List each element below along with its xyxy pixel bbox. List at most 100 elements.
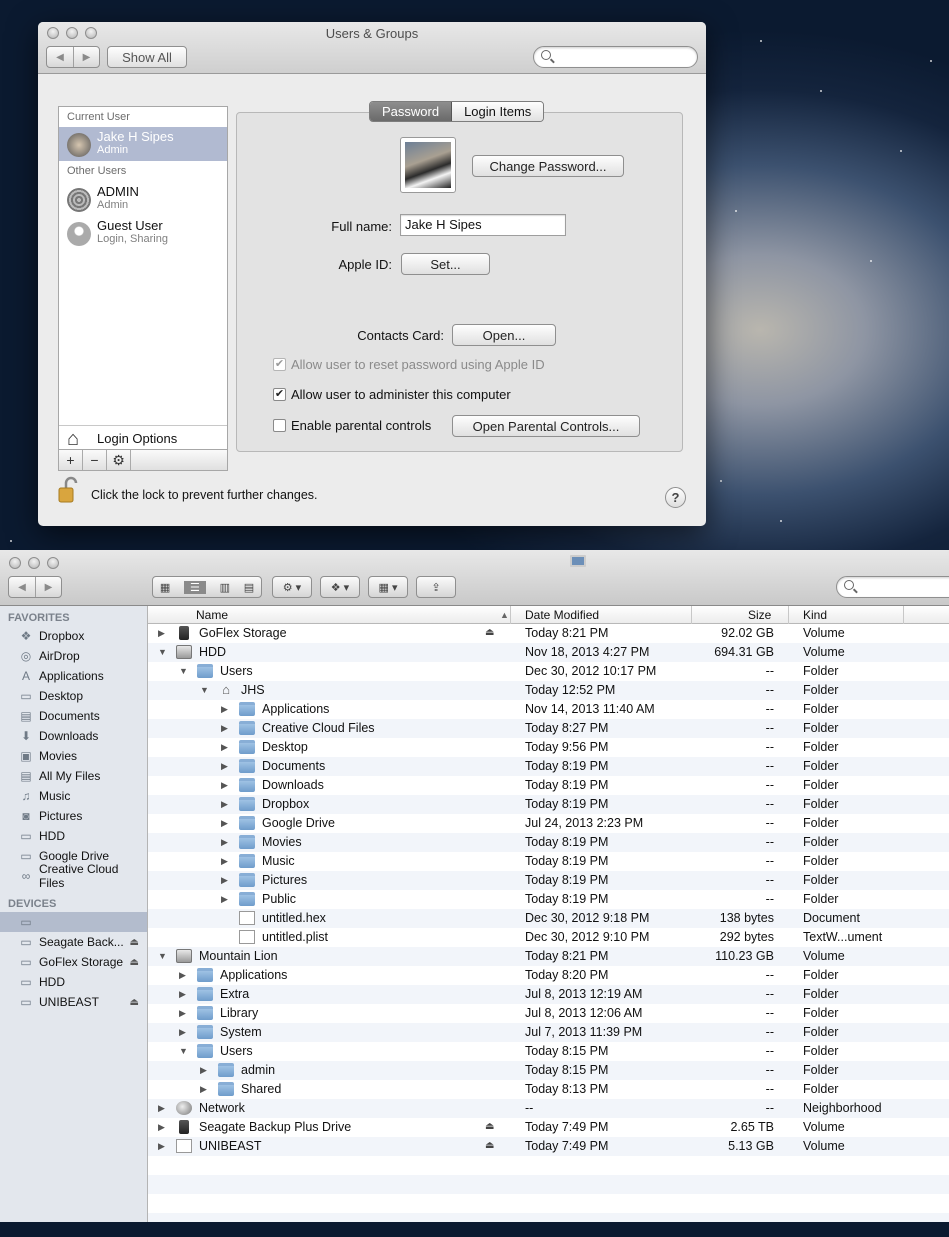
disclosure-collapsed-icon[interactable]: ▶	[221, 780, 228, 791]
eject-icon[interactable]: ⏏	[130, 957, 139, 968]
sidebar-item-documents[interactable]: ▤ Documents	[0, 706, 147, 726]
forward-arrow-icon[interactable]: ▶	[73, 47, 99, 67]
column-name[interactable]: Name	[196, 608, 228, 622]
disclosure-collapsed-icon[interactable]: ▶	[221, 818, 228, 829]
disclosure-collapsed-icon[interactable]: ▶	[179, 1027, 186, 1038]
arrange-menu-icon[interactable]: ▦ ▾	[368, 576, 408, 598]
sidebar-item-seagate-back[interactable]: ▭ Seagate Back... ⏏	[0, 932, 147, 952]
sidebar-item-hdd[interactable]: ▭ HDD	[0, 826, 147, 846]
sidebar-item-hdd[interactable]: ▭ HDD	[0, 972, 147, 992]
disclosure-collapsed-icon[interactable]: ▶	[179, 989, 186, 1000]
user-row-guest[interactable]: Guest User Login, Sharing	[59, 216, 227, 250]
column-kind[interactable]: Kind	[803, 608, 827, 622]
table-row[interactable]: ▶ Shared Today 8:13 PM -- Folder	[148, 1080, 949, 1099]
table-row[interactable]: ▶ Music Today 8:19 PM -- Folder	[148, 852, 949, 871]
open-parental-controls-button[interactable]: Open Parental Controls...	[452, 415, 640, 437]
lock-icon[interactable]	[58, 476, 80, 504]
table-row[interactable]: ▶ Google Drive Jul 24, 2013 2:23 PM -- Folde…	[148, 814, 949, 833]
sidebar-item-creative-cloud-files[interactable]: ∞ Creative Cloud Files	[0, 862, 147, 890]
table-row[interactable]: ▶ Downloads Today 8:19 PM -- Folder	[148, 776, 949, 795]
search-input[interactable]	[533, 46, 698, 68]
sidebar-item-music[interactable]: ♫ Music	[0, 786, 147, 806]
column-date[interactable]: Date Modified	[525, 608, 599, 622]
action-gear-icon[interactable]: ⚙ ▾	[272, 576, 312, 598]
table-row[interactable]: ▶ Dropbox Today 8:19 PM -- Folder	[148, 795, 949, 814]
sidebar-item-goflex-storage[interactable]: ▭ GoFlex Storage ⏏	[0, 952, 147, 972]
disclosure-collapsed-icon[interactable]: ▶	[158, 1141, 165, 1152]
login-options[interactable]: ⌂ Login Options	[59, 425, 227, 451]
show-all-button[interactable]: Show All	[107, 46, 187, 68]
gear-icon[interactable]: ⚙	[107, 450, 131, 470]
table-row[interactable]: ▶ Extra Jul 8, 2013 12:19 AM -- Folder	[148, 985, 949, 1004]
finder-search-input[interactable]	[836, 576, 949, 598]
coverflow-view-icon[interactable]: ▤	[244, 581, 254, 594]
disclosure-collapsed-icon[interactable]: ▶	[221, 761, 228, 772]
disclosure-collapsed-icon[interactable]: ▶	[200, 1065, 207, 1076]
sidebar-item-dropbox[interactable]: ❖ Dropbox	[0, 626, 147, 646]
add-user-button[interactable]: +	[59, 450, 83, 470]
disclosure-expanded-icon[interactable]: ▼	[179, 1046, 188, 1056]
disclosure-expanded-icon[interactable]: ▼	[200, 685, 209, 695]
disclosure-collapsed-icon[interactable]: ▶	[200, 1084, 207, 1095]
table-row[interactable]: ▶ Creative Cloud Files Today 8:27 PM -- Fold…	[148, 719, 949, 738]
full-name-field[interactable]: Jake H Sipes	[400, 214, 566, 236]
back-arrow-icon[interactable]: ◀	[9, 577, 35, 597]
minimize-button[interactable]	[28, 557, 40, 569]
table-row[interactable]: ▼ Users Today 8:15 PM -- Folder	[148, 1042, 949, 1061]
disclosure-collapsed-icon[interactable]: ▶	[221, 723, 228, 734]
user-photo[interactable]	[400, 137, 456, 193]
sidebar-item-downloads[interactable]: ⬇ Downloads	[0, 726, 147, 746]
table-row[interactable]: ▼ Users Dec 30, 2012 10:17 PM -- Folder	[148, 662, 949, 681]
open-contacts-button[interactable]: Open...	[452, 324, 556, 346]
table-row[interactable]: ▶ Applications Nov 14, 2013 11:40 AM -- Fold…	[148, 700, 949, 719]
table-row[interactable]: ▶ Network -- -- Neighborhood	[148, 1099, 949, 1118]
column-view-icon[interactable]: ▥	[220, 581, 230, 594]
table-row[interactable]: ▼ Mountain Lion Today 8:21 PM 110.23 GB Volu…	[148, 947, 949, 966]
table-row[interactable]: ▶ UNIBEAST ⏏ Today 7:49 PM 5.13 GB Volume	[148, 1137, 949, 1156]
eject-icon[interactable]: ⏏	[485, 1140, 494, 1151]
disclosure-collapsed-icon[interactable]: ▶	[221, 875, 228, 886]
sidebar-item-airdrop[interactable]: ◎ AirDrop	[0, 646, 147, 666]
disclosure-collapsed-icon[interactable]: ▶	[221, 704, 228, 715]
list-view-icon[interactable]: ☰	[183, 580, 206, 594]
administer-checkbox[interactable]: ✔ Allow user to administer this computer	[273, 387, 511, 402]
close-button[interactable]	[9, 557, 21, 569]
user-row-jake[interactable]: Jake H Sipes Admin	[59, 127, 227, 161]
sidebar-item-movies[interactable]: ▣ Movies	[0, 746, 147, 766]
table-row[interactable]: untitled.plist Dec 30, 2012 9:10 PM 292 by…	[148, 928, 949, 947]
tab-password[interactable]: Password	[370, 102, 453, 121]
disclosure-collapsed-icon[interactable]: ▶	[221, 742, 228, 753]
reset-password-checkbox[interactable]: ✔ Allow user to reset password using App…	[273, 357, 545, 372]
table-row[interactable]: untitled.hex Dec 30, 2012 9:18 PM 138 byte…	[148, 909, 949, 928]
disclosure-collapsed-icon[interactable]: ▶	[179, 970, 186, 981]
table-row[interactable]: ▶ Desktop Today 9:56 PM -- Folder	[148, 738, 949, 757]
eject-icon[interactable]: ⏏	[485, 627, 494, 638]
sidebar-item-desktop[interactable]: ▭ Desktop	[0, 686, 147, 706]
sidebar-item-all-my-files[interactable]: ▤ All My Files	[0, 766, 147, 786]
disclosure-collapsed-icon[interactable]: ▶	[158, 628, 165, 639]
eject-icon[interactable]: ⏏	[130, 997, 139, 1008]
eject-icon[interactable]: ⏏	[130, 937, 139, 948]
share-icon[interactable]: ⇪	[416, 576, 456, 598]
column-size[interactable]: Size	[748, 608, 771, 622]
disclosure-collapsed-icon[interactable]: ▶	[221, 837, 228, 848]
disclosure-collapsed-icon[interactable]: ▶	[158, 1103, 165, 1114]
disclosure-collapsed-icon[interactable]: ▶	[158, 1122, 165, 1133]
zoom-button[interactable]	[47, 557, 59, 569]
change-password-button[interactable]: Change Password...	[472, 155, 624, 177]
disclosure-collapsed-icon[interactable]: ▶	[221, 894, 228, 905]
table-row[interactable]: ▶ Applications Today 8:20 PM -- Folder	[148, 966, 949, 985]
remove-user-button[interactable]: −	[83, 450, 107, 470]
help-button[interactable]: ?	[665, 487, 686, 508]
sidebar-item-unibeast[interactable]: ▭ UNIBEAST ⏏	[0, 992, 147, 1012]
table-row[interactable]: ▶ Public Today 8:19 PM -- Folder	[148, 890, 949, 909]
table-row[interactable]: ▶ GoFlex Storage ⏏ Today 8:21 PM 92.02 GB Vol…	[148, 624, 949, 643]
eject-icon[interactable]: ⏏	[485, 1121, 494, 1132]
parental-controls-checkbox[interactable]: Enable parental controls	[273, 418, 431, 433]
table-row[interactable]: ▶ Library Jul 8, 2013 12:06 AM -- Folder	[148, 1004, 949, 1023]
sidebar-item-applications[interactable]: A Applications	[0, 666, 147, 686]
dropbox-menu-icon[interactable]: ❖ ▾	[320, 576, 360, 598]
table-row[interactable]: ▼ ⌂ JHS Today 12:52 PM -- Folder	[148, 681, 949, 700]
table-row[interactable]: ▶ admin Today 8:15 PM -- Folder	[148, 1061, 949, 1080]
set-apple-id-button[interactable]: Set...	[401, 253, 490, 275]
